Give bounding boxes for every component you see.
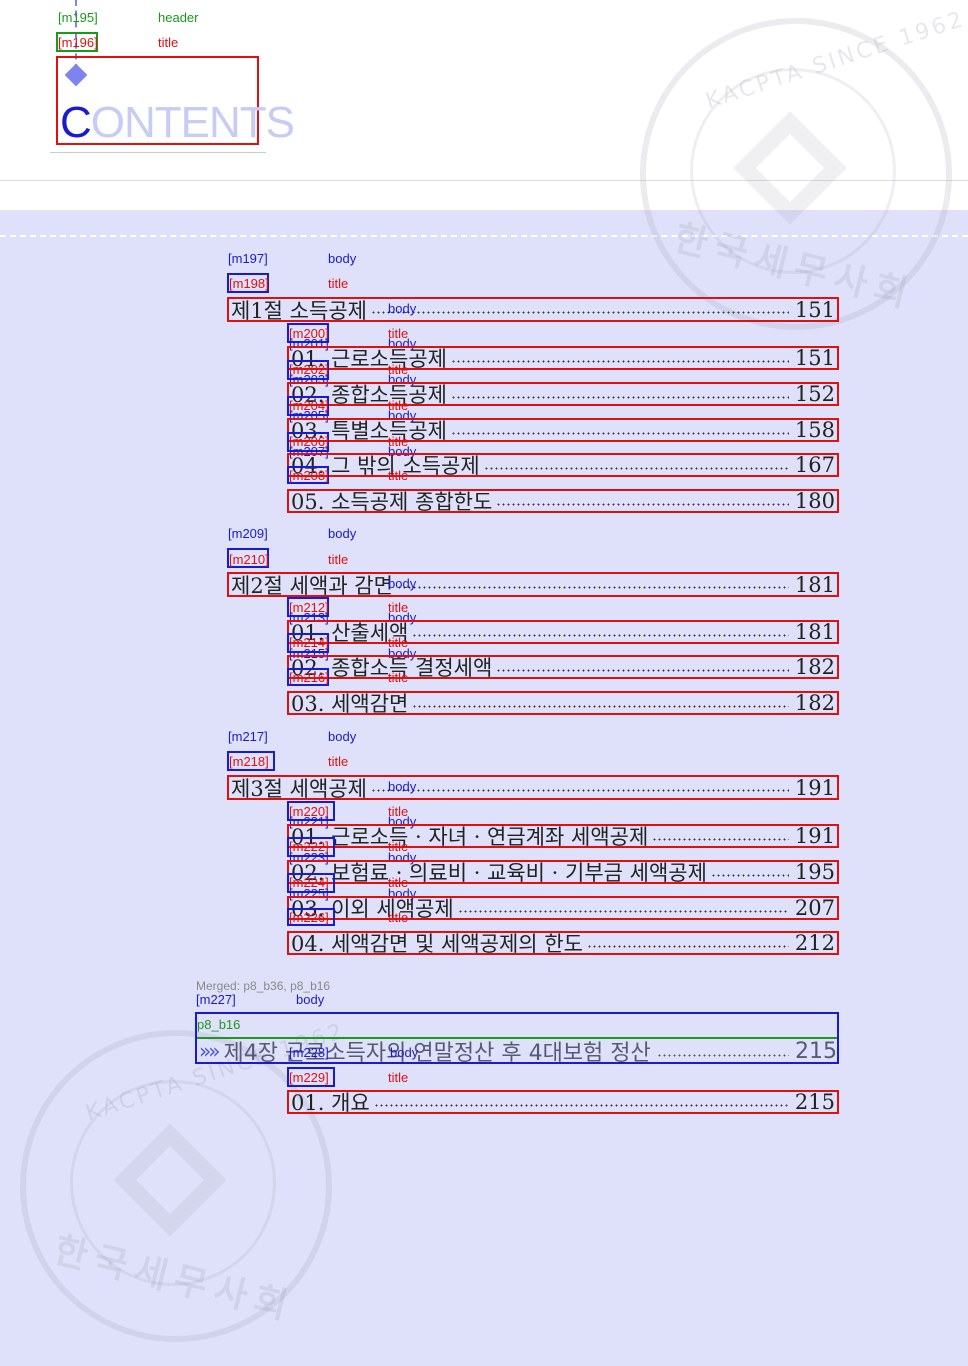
toc-entry[interactable]: 01. 근로소득 · 자녀 · 연금계좌 세액공제 191 — [287, 824, 839, 849]
chapter-inner-tag: [m228] — [289, 1045, 329, 1060]
toc-entry-label: 03. 세액감면 — [291, 692, 409, 716]
toc-entry-section[interactable]: 제2절 세액과 감면 181 — [227, 572, 839, 598]
chapter-type: body — [296, 992, 325, 1007]
toc-entry-label: 01. 근로소득 · 자녀 · 연금계좌 세액공제 — [291, 825, 649, 849]
section-label-type: body — [388, 779, 417, 794]
section-title-tag: [m198] — [229, 276, 269, 291]
toc-entry-page: 180 — [794, 489, 835, 513]
item-type: title — [388, 468, 409, 483]
item-tag: [m229] — [289, 1070, 329, 1085]
toc-entry-label: 제2절 세액과 감면 — [231, 573, 393, 598]
toc-entry[interactable]: 03. 특별소득공제 158 — [287, 418, 839, 443]
toc-entry-page: 215 — [795, 1038, 837, 1064]
toc-entry-page: 191 — [794, 775, 835, 800]
section-title-tag: [m218] — [229, 754, 269, 769]
toc-entry-page: 151 — [794, 297, 835, 322]
chapter-tag: [m227] — [196, 992, 236, 1007]
title-tag: [m196] — [58, 35, 98, 50]
contents-title: CONTENTS — [60, 98, 295, 148]
toc-entry-page: 152 — [794, 382, 835, 406]
section-type: body — [328, 251, 357, 266]
item-tag: [m226] — [289, 910, 329, 925]
chapter-block-tag: p8_b16 — [197, 1017, 241, 1032]
toc-entry-label: 04. 세액감면 및 세액공제의 한도 — [291, 932, 583, 956]
toc-entry-page: 207 — [794, 896, 835, 920]
chevron-right-icon: »» — [199, 1039, 221, 1063]
toc-entry-page: 191 — [794, 824, 835, 848]
section-title-type: title — [328, 754, 349, 769]
section-label-type: body — [388, 301, 417, 316]
toc-entry-page: 195 — [794, 860, 835, 884]
toc-entry[interactable]: 04. 세액감면 및 세액공제의 한도 212 — [287, 931, 839, 956]
toc-entry[interactable]: 04. 그 밖의 소득공제 167 — [287, 453, 839, 478]
header-tag: [m195] — [58, 10, 98, 25]
toc-entry-label: 제1절 소득공제 — [231, 298, 367, 323]
toc-entry[interactable]: 02. 종합소득 결정세액 182 — [287, 655, 839, 680]
toc-entry-page: 212 — [794, 931, 835, 955]
section-tag: [m197] — [228, 251, 268, 266]
toc-entry[interactable]: 01. 산출세액 181 — [287, 620, 839, 645]
section-title-tag: [m210] — [229, 552, 269, 567]
header-type: header — [158, 10, 199, 25]
toc-entry[interactable]: 01. 근로소득공제 151 — [287, 346, 839, 371]
title-underline — [50, 152, 266, 153]
toc-entry[interactable]: 03. 이외 세액공제 207 — [287, 896, 839, 921]
toc-entry-section[interactable]: 제3절 세액공제 191 — [227, 775, 839, 801]
toc-entry[interactable]: 02. 보험료 · 의료비 · 교육비 · 기부금 세액공제 195 — [287, 860, 839, 885]
item-tag: [m216] — [289, 670, 329, 685]
toc-entry-page: 182 — [794, 655, 835, 679]
section-label-type: body — [388, 576, 417, 591]
section-tag: [m209] — [228, 526, 268, 541]
toc-entry[interactable]: 01. 개요 215 — [287, 1090, 839, 1115]
toc-entry[interactable]: 03. 세액감면 182 — [287, 691, 839, 716]
toc-entry-page: 167 — [794, 453, 835, 477]
toc-entry-label: 02. 보험료 · 의료비 · 교육비 · 기부금 세액공제 — [291, 861, 707, 885]
toc-entry-page: 215 — [794, 1090, 835, 1114]
toc-entry-page: 151 — [794, 346, 835, 370]
item-tag: [m208] — [289, 468, 329, 483]
contents-title-rest: ONTENTS — [90, 98, 295, 147]
contents-title-first-letter: C — [60, 98, 92, 147]
toc-entry-label: 제3절 세액공제 — [231, 776, 367, 801]
title-type: title — [158, 35, 179, 50]
chapter-inner-type: body — [390, 1045, 419, 1060]
toc-entry[interactable]: 05. 소득공제 종합한도 180 — [287, 489, 839, 514]
item-type: title — [388, 670, 409, 685]
toc-entry-page: 158 — [794, 418, 835, 442]
section-type: body — [328, 526, 357, 541]
item-type: title — [388, 1070, 409, 1085]
toc-entry-page: 181 — [794, 572, 835, 597]
item-type: title — [388, 910, 409, 925]
toc-entry-label: 05. 소득공제 종합한도 — [291, 490, 493, 514]
section-tag: [m217] — [228, 729, 268, 744]
section-title-type: title — [328, 276, 349, 291]
section-type: body — [328, 729, 357, 744]
toc-entry-page: 181 — [794, 620, 835, 644]
section-title-type: title — [328, 552, 349, 567]
toc-entry-section[interactable]: 제1절 소득공제 151 — [227, 297, 839, 323]
toc-entry-page: 182 — [794, 691, 835, 715]
toc-entry-label: 01. 개요 — [291, 1091, 370, 1115]
toc-entry[interactable]: 02. 종합소득공제 152 — [287, 382, 839, 407]
